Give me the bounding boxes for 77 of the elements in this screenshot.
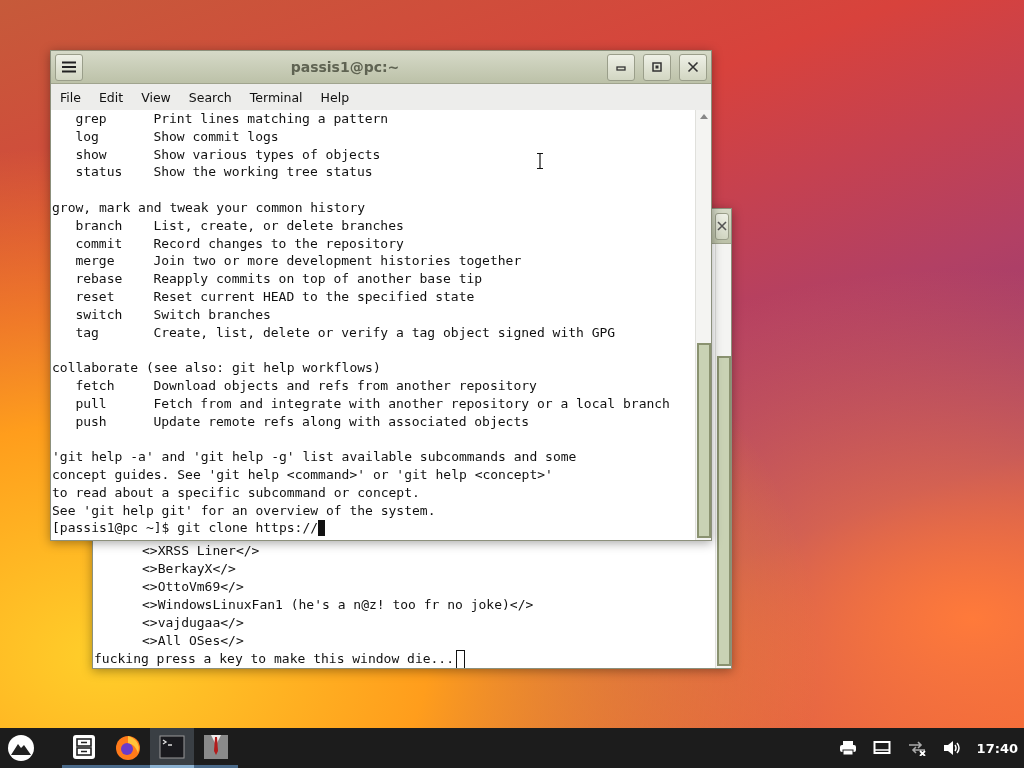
terminal-line: <>XRSS Liner</> [142, 542, 260, 560]
menu-item[interactable]: Terminal [249, 89, 303, 105]
command-description: Update remote refs along with associated objects [153, 412, 530, 431]
clock[interactable]: 17:40 [976, 740, 1018, 756]
terminal-line: See 'git help git' for an overview of the system. [52, 501, 436, 520]
display-icon [872, 740, 891, 756]
terminal-line: fucking press a key to make this window die... [94, 650, 455, 668]
terminal-line: <>OttoVm69</> [142, 578, 244, 596]
command-description: Create, list, delete or verify a tag object signed with GPG [153, 323, 616, 342]
printer-icon [838, 740, 857, 756]
command-name: tag [75, 323, 100, 342]
menu-item[interactable]: Search [188, 89, 232, 105]
command-name: fetch [75, 376, 116, 395]
command-description: Switch branches [153, 305, 271, 324]
mountain-logo-icon [7, 734, 35, 762]
speaker-icon [942, 740, 961, 756]
close-icon [717, 221, 727, 231]
taskbar-app-button[interactable] [150, 728, 194, 768]
command-description: Download objects and refs from another repository [153, 376, 537, 395]
terminal-line: collaborate (see also: git help workflows) [52, 359, 381, 377]
command-name: commit [75, 234, 124, 253]
close-button[interactable] [715, 212, 729, 240]
command-name: switch [75, 305, 124, 324]
command-name: push [75, 412, 108, 431]
command-description: Show commit logs [153, 127, 279, 146]
command-description: Show the working tree status [153, 163, 373, 182]
file-cabinet-icon [70, 732, 98, 761]
close-button[interactable] [679, 53, 707, 81]
terminal-line: to read about a specific subcommand or concept. [52, 483, 420, 502]
scroll-up-arrow-icon [700, 114, 708, 119]
text-cursor-icon [536, 153, 544, 169]
command-name: grep [75, 110, 108, 128]
command-name: reset [75, 287, 116, 306]
command-name: log [75, 127, 100, 146]
terminal-line: concept guides. See 'git help <command>' or 'git help <concept>' [52, 465, 553, 484]
terminal-line: <>vajdugaa</> [142, 614, 244, 632]
command-name: merge [75, 252, 116, 271]
command-input[interactable]: git clone https:// [177, 519, 319, 538]
scrollbar[interactable] [695, 110, 711, 540]
menu-item[interactable]: Edit [98, 89, 124, 105]
menu-item[interactable]: File [60, 89, 81, 105]
command-description: Show various types of objects [153, 145, 381, 164]
terminal-line: <>BerkayX</> [142, 560, 236, 578]
command-description: Join two or more development histories together [153, 252, 522, 271]
terminal-line: 'git help -a' and 'git help -g' list available subcommands and some [52, 448, 577, 466]
terminal-line: grow, mark and tweak your common history [52, 199, 366, 217]
command-description: Reset current HEAD to the specified state [153, 287, 475, 306]
command-description: List, create, or delete branches [153, 216, 404, 235]
command-description: Record changes to the repository [153, 234, 404, 253]
maximize-button[interactable] [643, 53, 671, 81]
command-name: status [75, 163, 124, 182]
terminal-icon [158, 732, 186, 761]
window-title: passis1@pc:~ [289, 59, 401, 75]
command-name: rebase [75, 270, 124, 288]
command-description: Print lines matching a pattern [153, 110, 389, 128]
close-icon [687, 61, 699, 73]
terminal-line: <>All OSes</> [142, 632, 244, 650]
text-cursor [456, 649, 466, 668]
scrollbar[interactable] [715, 244, 731, 668]
command-name: show [75, 145, 108, 164]
menu-item[interactable]: Help [320, 89, 350, 105]
menu-item[interactable]: View [141, 89, 171, 105]
command-description: Reapply commits on top of another base tip [153, 270, 483, 288]
shell-prompt: [passis1@pc ~]$ [52, 519, 170, 538]
terminal-line: <>WindowsLinuxFan1 (he's a n@z! too fr no joke)</> [142, 596, 534, 614]
minimize-button[interactable] [607, 53, 635, 81]
command-description: Fetch from and integrate with another repository or a local branch [153, 394, 670, 413]
scrollbar-thumb[interactable] [696, 343, 711, 538]
command-name: branch [75, 216, 124, 235]
maximize-icon [652, 62, 662, 72]
command-name: pull [75, 394, 108, 413]
scrollbar-thumb[interactable] [716, 356, 731, 666]
suit-and-tie-icon [202, 732, 230, 761]
menu-button[interactable] [55, 53, 83, 81]
network-disconnected-icon [906, 740, 927, 756]
text-cursor [318, 520, 326, 537]
menu-icon [62, 61, 76, 73]
